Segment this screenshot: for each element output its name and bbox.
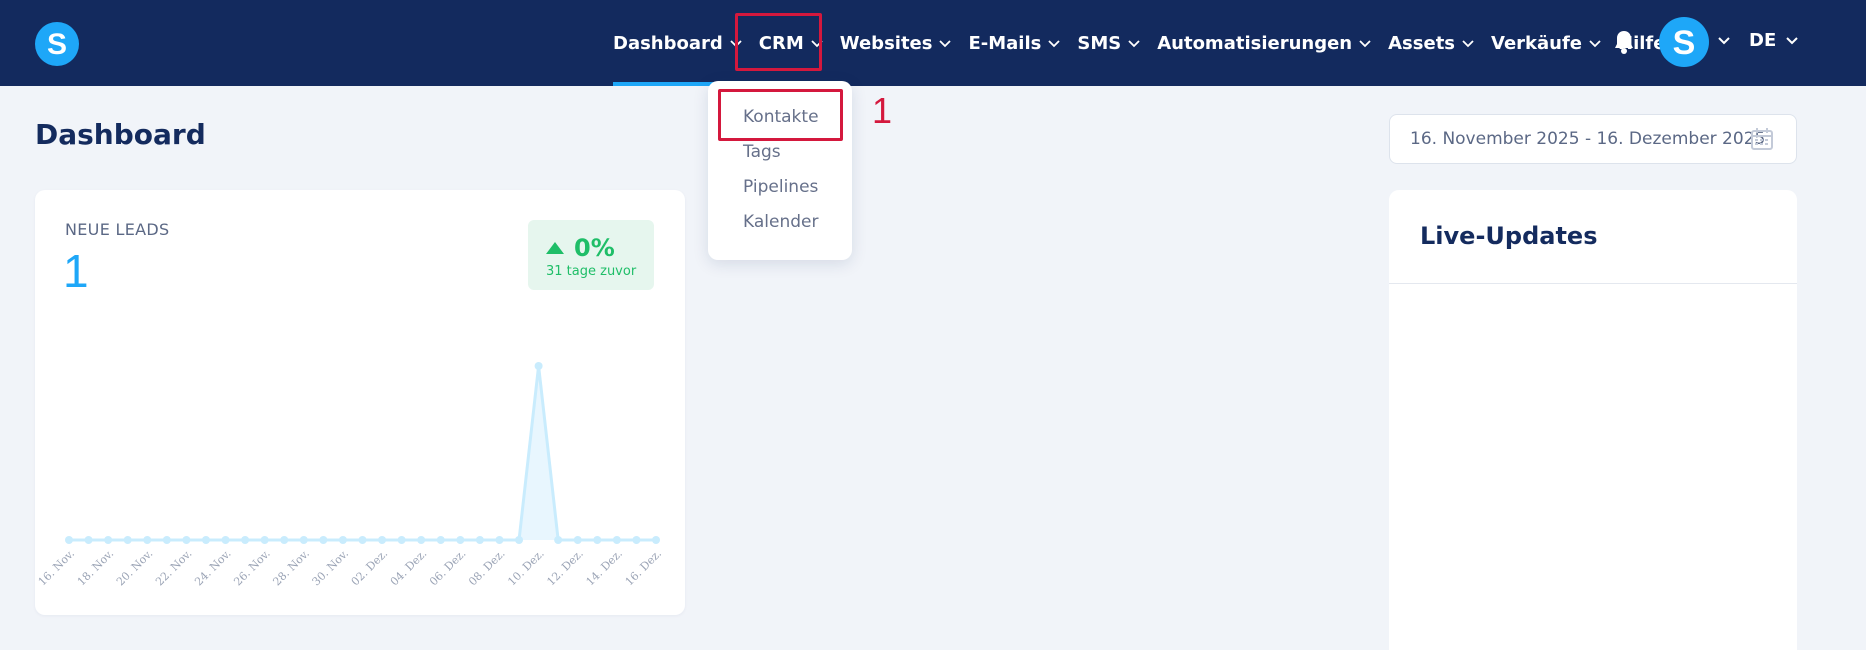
chart-point bbox=[358, 536, 367, 544]
nav-item-label: SMS bbox=[1077, 32, 1122, 54]
chart-point bbox=[475, 536, 484, 544]
chart-point bbox=[554, 536, 563, 544]
x-tick-label: 10. Dez. bbox=[505, 547, 546, 588]
chevron-down-icon bbox=[1786, 36, 1798, 44]
chart-point bbox=[534, 362, 543, 370]
nav-item-label: Dashboard bbox=[613, 32, 723, 54]
chevron-down-icon[interactable] bbox=[1718, 36, 1730, 46]
s-logo-icon[interactable]: S bbox=[35, 22, 79, 66]
x-tick-label: 08. Dez. bbox=[466, 547, 507, 588]
svg-text:S: S bbox=[47, 29, 67, 59]
chart-point bbox=[241, 536, 250, 544]
nav-item-crm[interactable]: CRM bbox=[748, 0, 829, 86]
page-title: Dashboard bbox=[35, 118, 206, 151]
dropdown-item-kontakte[interactable]: Kontakte bbox=[743, 107, 819, 127]
chart-point bbox=[495, 536, 504, 544]
chevron-down-icon bbox=[730, 40, 742, 48]
dropdown-item-tags[interactable]: Tags bbox=[743, 142, 781, 162]
chart-point bbox=[417, 536, 426, 544]
live-updates-card: Live-Updates bbox=[1389, 190, 1797, 650]
chart-point bbox=[573, 536, 582, 544]
top-navigation-bar: S Dashboard CRM Websites E-Mails SMS Automati… bbox=[0, 0, 1866, 86]
nav-item-websites[interactable]: Websites bbox=[829, 0, 958, 86]
chevron-down-icon bbox=[811, 40, 823, 48]
dropdown-item-pipelines[interactable]: Pipelines bbox=[743, 177, 818, 197]
x-tick-label: 16. Dez. bbox=[623, 547, 664, 588]
chart-point bbox=[612, 536, 621, 544]
chart-point bbox=[515, 536, 524, 544]
chart-point bbox=[632, 536, 641, 544]
chart-point bbox=[319, 536, 328, 544]
chevron-down-icon bbox=[1048, 40, 1061, 48]
language-label: DE bbox=[1749, 30, 1777, 51]
chart-point bbox=[338, 536, 347, 544]
date-range-value: 16. November 2025 - 16. Dezember 2025 bbox=[1410, 129, 1766, 149]
nav-item-label: E-Mails bbox=[968, 32, 1042, 54]
chart-line bbox=[69, 365, 656, 542]
nav-item-automatisierungen[interactable]: Automatisierungen bbox=[1146, 0, 1377, 86]
avatar[interactable]: S bbox=[1659, 17, 1709, 67]
chart-point bbox=[123, 536, 132, 544]
chevron-down-icon bbox=[1128, 40, 1140, 48]
chart-point bbox=[221, 536, 230, 544]
step-number: 1 bbox=[872, 90, 893, 131]
crm-dropdown-menu: Kontakte Tags Pipelines Kalender bbox=[708, 81, 852, 260]
chart-point bbox=[143, 536, 152, 544]
chevron-down-icon bbox=[1589, 40, 1601, 48]
chart-point bbox=[104, 536, 113, 544]
chart-point bbox=[84, 536, 93, 544]
nav-item-label: CRM bbox=[758, 32, 804, 54]
main-menu: Dashboard CRM Websites E-Mails SMS Automatisi… bbox=[600, 0, 1671, 86]
nav-item-e-mails[interactable]: E-Mails bbox=[957, 0, 1066, 86]
divider bbox=[1389, 283, 1797, 284]
chart-point bbox=[436, 536, 445, 544]
chevron-down-icon bbox=[939, 40, 952, 48]
chart-point bbox=[182, 536, 191, 544]
chart-point bbox=[65, 536, 73, 544]
x-tick-label: 02. Dez. bbox=[349, 547, 390, 588]
new-leads-card: NEUE LEADS 1 0% 31 tage zuvor 16. Nov. 18… bbox=[35, 190, 685, 615]
nav-item-sms[interactable]: SMS bbox=[1066, 0, 1146, 86]
nav-item-label: Automatisierungen bbox=[1157, 32, 1353, 54]
chart-point bbox=[201, 536, 210, 544]
chart-point bbox=[397, 536, 406, 544]
chart-area bbox=[69, 366, 656, 540]
x-tick-label: 04. Dez. bbox=[388, 547, 429, 588]
chart-point bbox=[593, 536, 602, 544]
chart-point bbox=[456, 536, 465, 544]
x-tick-label: 24. Nov. bbox=[192, 547, 233, 588]
x-tick-label: 26. Nov. bbox=[231, 547, 272, 588]
nav-item-dashboard[interactable]: Dashboard bbox=[600, 0, 748, 86]
nav-item-verkäufe[interactable]: Verkäufe bbox=[1480, 0, 1607, 86]
chart-point bbox=[378, 536, 387, 544]
x-tick-label: 12. Dez. bbox=[544, 547, 585, 588]
x-tick-label: 28. Nov. bbox=[270, 547, 311, 588]
nav-item-label: Verkäufe bbox=[1491, 32, 1583, 54]
chart-point bbox=[162, 536, 171, 544]
x-tick-label: 30. Nov. bbox=[310, 547, 351, 588]
leads-chart: 16. Nov.18. Nov.20. Nov.22. Nov.24. Nov.… bbox=[36, 362, 664, 588]
bell-icon[interactable] bbox=[1612, 29, 1636, 55]
chart-point bbox=[260, 536, 269, 544]
x-tick-label: 06. Dez. bbox=[427, 547, 468, 588]
live-updates-title: Live-Updates bbox=[1420, 222, 1598, 250]
x-tick-label: 16. Nov. bbox=[36, 547, 77, 588]
dropdown-item-kalender[interactable]: Kalender bbox=[743, 212, 818, 232]
nav-item-label: Assets bbox=[1388, 32, 1456, 54]
x-tick-label: 18. Nov. bbox=[75, 547, 116, 588]
svg-text:S: S bbox=[1673, 25, 1696, 59]
nav-item-label: Websites bbox=[839, 32, 933, 54]
chevron-down-icon bbox=[1359, 40, 1371, 48]
nav-item-assets[interactable]: Assets bbox=[1377, 0, 1480, 86]
chart-point bbox=[280, 536, 289, 544]
calendar-icon bbox=[1751, 128, 1773, 150]
chart-point bbox=[652, 536, 660, 544]
x-tick-label: 14. Dez. bbox=[584, 547, 625, 588]
x-tick-label: 20. Nov. bbox=[114, 547, 155, 588]
language-selector[interactable]: DE bbox=[1749, 30, 1798, 51]
chart-point bbox=[299, 536, 308, 544]
date-range-picker[interactable]: 16. November 2025 - 16. Dezember 2025 bbox=[1389, 114, 1797, 164]
chevron-down-icon bbox=[1462, 40, 1474, 48]
x-tick-label: 22. Nov. bbox=[153, 547, 194, 588]
